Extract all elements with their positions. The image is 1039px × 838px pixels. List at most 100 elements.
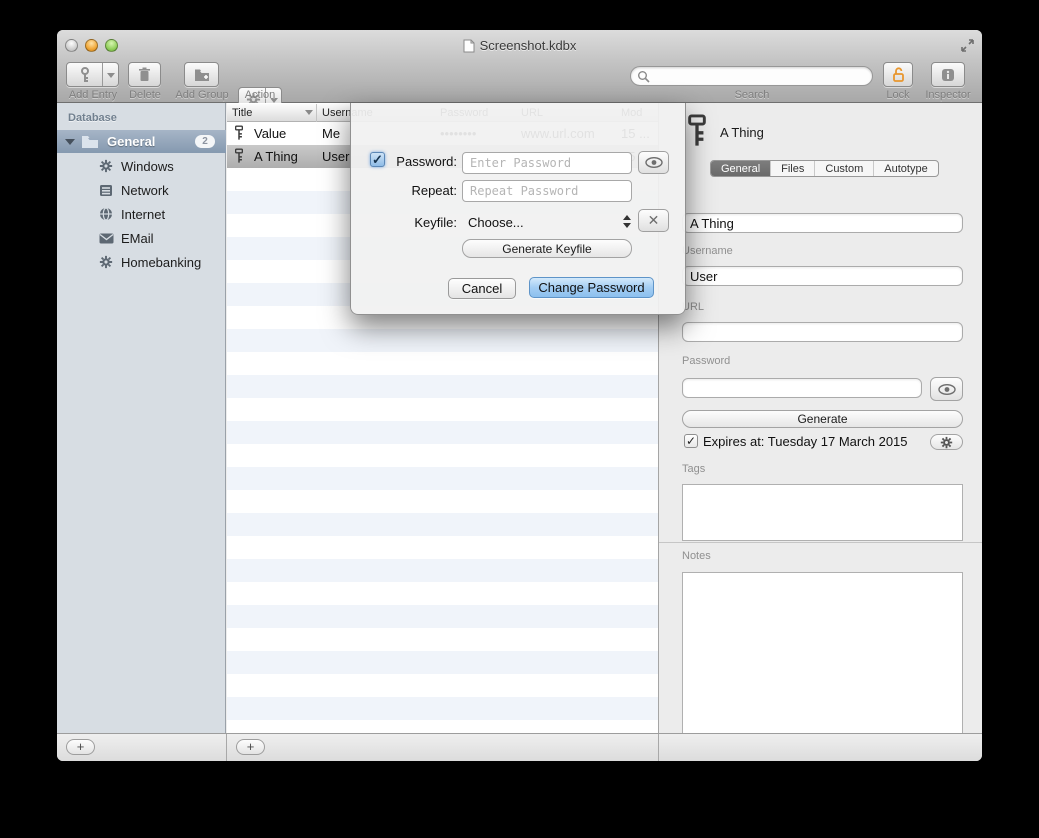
notes-box[interactable] <box>682 572 963 753</box>
close-icon: ✕ <box>648 212 660 229</box>
cell-title: A Thing <box>254 149 298 164</box>
trash-icon <box>138 67 151 82</box>
expires-label: Expires at: Tuesday 17 March 2015 <box>703 434 908 449</box>
expires-settings-button[interactable] <box>930 434 963 450</box>
column-header-title[interactable]: Title <box>232 107 252 119</box>
window-title: Screenshot.kdbx <box>57 38 982 53</box>
envelope-icon <box>98 230 114 246</box>
cancel-button[interactable]: Cancel <box>448 278 516 299</box>
group-label: General <box>107 134 155 149</box>
username-field[interactable] <box>682 266 963 286</box>
check-icon: ✓ <box>686 434 696 448</box>
eye-icon <box>938 384 956 395</box>
password-field[interactable] <box>682 378 922 398</box>
add-group-label: Add Group <box>172 89 232 101</box>
sidebar: Database General 2 Windows Network Inter… <box>57 103 226 733</box>
notes-label: Notes <box>682 550 711 562</box>
sidebar-item-general[interactable]: General 2 <box>57 130 226 153</box>
reveal-password-button[interactable] <box>930 377 963 401</box>
key-icon <box>79 67 91 83</box>
tags-input[interactable] <box>683 485 962 540</box>
sidebar-item-windows[interactable]: Windows <box>57 154 226 178</box>
url-input[interactable] <box>683 323 962 341</box>
sort-descending-icon <box>305 110 313 115</box>
stepper-icon[interactable] <box>623 215 631 228</box>
tags-box[interactable] <box>682 484 963 541</box>
entry-title: A Thing <box>720 125 764 140</box>
add-group-plus-button[interactable]: + <box>66 739 95 755</box>
sidebar-item-internet[interactable]: Internet <box>57 202 226 226</box>
password-input[interactable] <box>683 379 921 397</box>
key-icon <box>234 125 244 141</box>
sidebar-item-label: Windows <box>121 159 174 174</box>
generate-button[interactable]: Generate <box>682 410 963 428</box>
add-group-button[interactable] <box>184 62 219 87</box>
dialog-password-label: Password: <box>367 154 457 169</box>
lock-button[interactable] <box>883 62 913 87</box>
gear-icon <box>98 254 114 270</box>
tab-autotype[interactable]: Autotype <box>874 161 937 176</box>
chevron-down-icon <box>107 73 115 78</box>
tab-custom[interactable]: Custom <box>815 161 874 176</box>
sidebar-item-label: Internet <box>121 207 165 222</box>
username-input[interactable] <box>683 267 962 285</box>
reveal-password-button[interactable] <box>638 151 669 174</box>
cell-username: User <box>322 149 349 164</box>
clear-keyfile-button[interactable]: ✕ <box>638 209 669 232</box>
sidebar-item-label: EMail <box>121 231 154 246</box>
sidebar-item-label: Homebanking <box>121 255 201 270</box>
add-entry-plus-button[interactable]: + <box>236 739 265 755</box>
key-icon <box>234 148 244 164</box>
tab-general[interactable]: General <box>711 161 771 176</box>
generate-keyfile-button[interactable]: Generate Keyfile <box>462 239 632 258</box>
url-field[interactable] <box>682 322 963 342</box>
unlock-icon <box>892 67 905 83</box>
server-icon <box>98 182 114 198</box>
dialog-repeat-field[interactable] <box>462 180 632 202</box>
inspector-button[interactable] <box>931 62 965 87</box>
gear-icon <box>98 158 114 174</box>
inspector-tabs: General Files Custom Autotype <box>710 160 939 177</box>
dialog-password-input[interactable] <box>463 153 631 173</box>
username-label: Username <box>682 245 733 257</box>
folder-icon <box>81 135 99 149</box>
title-toolbar: Screenshot.kdbx Add Entry Delete Add Gro… <box>57 30 982 103</box>
sidebar-item-email[interactable]: EMail <box>57 226 226 250</box>
inspector-panel: A Thing General Files Custom Autotype Us… <box>658 103 982 733</box>
notes-input[interactable] <box>683 573 962 752</box>
expires-checkbox[interactable]: ✓ <box>684 434 698 448</box>
delete-label: Delete <box>110 89 180 101</box>
search-field[interactable] <box>630 66 873 86</box>
search-icon <box>637 70 650 83</box>
folder-plus-icon <box>194 68 210 82</box>
change-password-dialog: ✓ Password: Repeat: Keyfile: Choose... ✕… <box>350 103 686 315</box>
sidebar-item-homebanking[interactable]: Homebanking <box>57 250 226 274</box>
tab-files[interactable]: Files <box>771 161 815 176</box>
search-input[interactable] <box>653 68 867 84</box>
add-entry-button[interactable] <box>66 62 119 87</box>
title-field[interactable] <box>682 213 963 233</box>
dialog-password-field[interactable] <box>462 152 632 174</box>
entry-count-badge: 2 <box>195 135 215 148</box>
dialog-repeat-input[interactable] <box>463 181 631 201</box>
dialog-keyfile-label: Keyfile: <box>367 215 457 230</box>
search-label: Search <box>717 89 787 101</box>
password-label: Password <box>682 355 730 367</box>
change-password-button[interactable]: Change Password <box>529 277 654 298</box>
sidebar-item-label: Network <box>121 183 169 198</box>
action-label: Action <box>230 89 290 101</box>
key-icon <box>686 113 708 149</box>
bottom-bar: + + <box>57 733 982 761</box>
dialog-repeat-label: Repeat: <box>367 183 457 198</box>
title-input[interactable] <box>683 214 962 232</box>
disclosure-triangle-icon[interactable] <box>65 139 75 145</box>
globe-icon <box>98 206 114 222</box>
inspector-label: Inspector <box>918 89 978 101</box>
tags-label: Tags <box>682 463 705 475</box>
sidebar-section-header: Database <box>68 112 117 124</box>
fullscreen-icon[interactable] <box>960 38 975 53</box>
delete-button[interactable] <box>128 62 161 87</box>
keyfile-popup[interactable]: Choose... <box>468 215 524 230</box>
gear-icon <box>940 436 953 449</box>
sidebar-item-network[interactable]: Network <box>57 178 226 202</box>
